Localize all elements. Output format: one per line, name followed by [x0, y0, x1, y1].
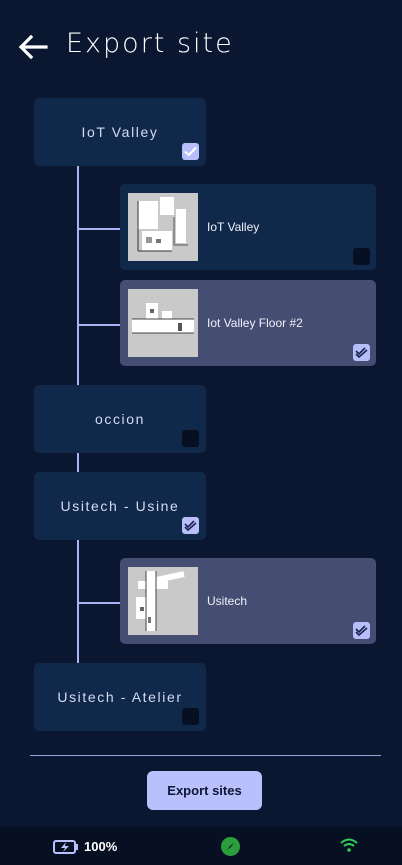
site-checkbox[interactable] [182, 430, 199, 447]
wifi-icon [339, 837, 359, 858]
floor-card-iot-valley[interactable]: IoT Valley [120, 184, 376, 270]
floor-label: Iot Valley Floor #2 [207, 316, 303, 330]
app-header: Export site [0, 0, 402, 96]
arrow-left-icon [18, 34, 48, 60]
double-check-icon [355, 347, 368, 358]
double-check-icon [355, 625, 368, 636]
floor-checkbox[interactable] [353, 344, 370, 361]
site-card-iot-valley[interactable]: IoT Valley [34, 98, 206, 166]
site-card-usitech-usine[interactable]: Usitech - Usine [34, 472, 206, 540]
tree-connector [77, 602, 120, 604]
back-button[interactable] [14, 30, 50, 64]
floor-map-thumbnail [128, 193, 198, 261]
floor-checkbox[interactable] [353, 248, 370, 265]
floor-card-iot-valley-floor-2[interactable]: Iot Valley Floor #2 [120, 280, 376, 366]
double-check-icon [184, 520, 197, 531]
status-bar: 100% [0, 827, 402, 865]
battery-percentage: 100% [84, 839, 118, 854]
floor-map-thumbnail [128, 289, 198, 357]
site-label: occion [94, 411, 146, 427]
floor-card-usitech[interactable]: Usitech [120, 558, 376, 644]
site-label: Usitech - Atelier [57, 689, 183, 705]
compass-icon [221, 837, 240, 856]
tree-connector [77, 164, 79, 385]
site-checkbox[interactable] [182, 517, 199, 534]
floor-label: Usitech [207, 594, 248, 608]
footer-divider [30, 755, 381, 756]
page-title: Export site [66, 28, 234, 59]
floor-checkbox[interactable] [353, 622, 370, 639]
site-checkbox[interactable] [182, 708, 199, 725]
site-tree: IoT Valley IoT Valley Iot Valley Floor #… [0, 96, 402, 736]
tree-connector [77, 228, 120, 230]
tree-connector [77, 453, 79, 472]
site-label: Usitech - Usine [60, 498, 180, 514]
battery-charging-icon [53, 839, 78, 854]
floor-label: IoT Valley [207, 220, 260, 234]
tree-connector [77, 324, 120, 326]
check-icon [184, 146, 197, 157]
site-card-usitech-atelier[interactable]: Usitech - Atelier [34, 663, 206, 731]
site-label: IoT Valley [81, 124, 159, 140]
floor-map-thumbnail [128, 567, 198, 635]
site-card-occion[interactable]: occion [34, 385, 206, 453]
export-sites-button[interactable]: Export sites [147, 771, 262, 810]
battery-indicator: 100% [53, 839, 117, 854]
site-checkbox[interactable] [182, 143, 199, 160]
